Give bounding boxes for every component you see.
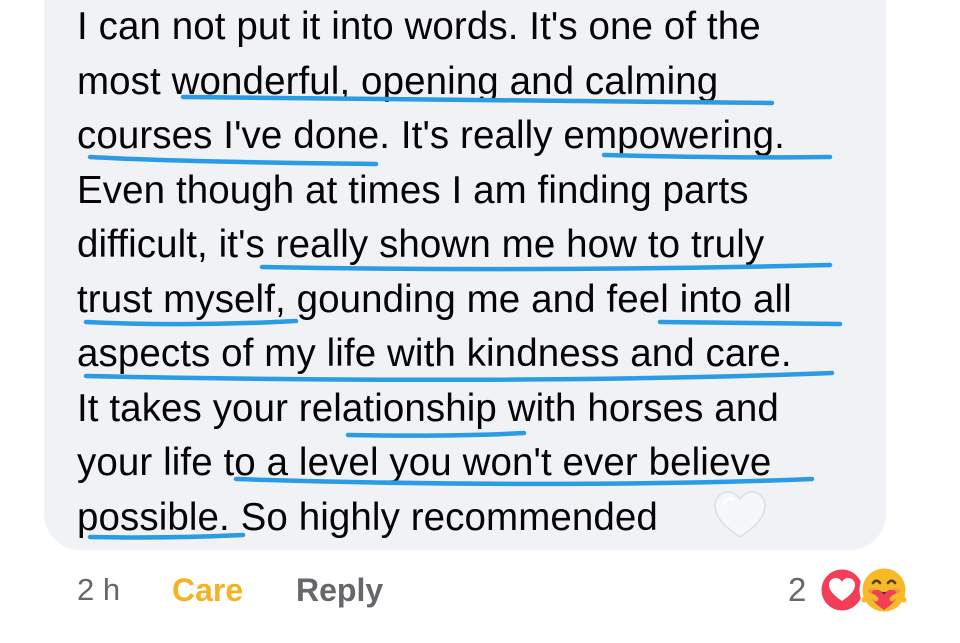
reaction-count[interactable]: 2 bbox=[788, 571, 806, 609]
comment-line: your life to a level you won't ever beli… bbox=[77, 441, 772, 484]
care-reaction-button[interactable]: Care bbox=[172, 572, 243, 609]
comment-screen: I can not put it into words. It's one of… bbox=[0, 0, 960, 643]
comment-line: trust myself, gounding me and feel into … bbox=[77, 277, 792, 321]
comment-body: I can not put it into words. It's one of… bbox=[77, 0, 877, 545]
comment-line: aspects of my life with kindness and car… bbox=[77, 332, 792, 375]
care-reaction-icon[interactable] bbox=[858, 564, 910, 616]
reply-button[interactable]: Reply bbox=[296, 572, 383, 609]
comment-actions: 2 h Care Reply 2 bbox=[0, 562, 960, 622]
comment-line: I can not put it into words. It's one of… bbox=[77, 5, 761, 48]
comment-line: most wonderful, opening and calming bbox=[77, 59, 719, 103]
white-heart-icon bbox=[714, 491, 766, 538]
comment-line: Even though at times I am finding parts bbox=[77, 168, 749, 212]
comment-line: It takes your relationship with horses a… bbox=[77, 386, 779, 430]
timestamp[interactable]: 2 h bbox=[77, 572, 120, 608]
comment-line: courses I've done. It's really empowerin… bbox=[77, 114, 785, 157]
comment-line: difficult, it's really shown me how to t… bbox=[77, 223, 765, 266]
